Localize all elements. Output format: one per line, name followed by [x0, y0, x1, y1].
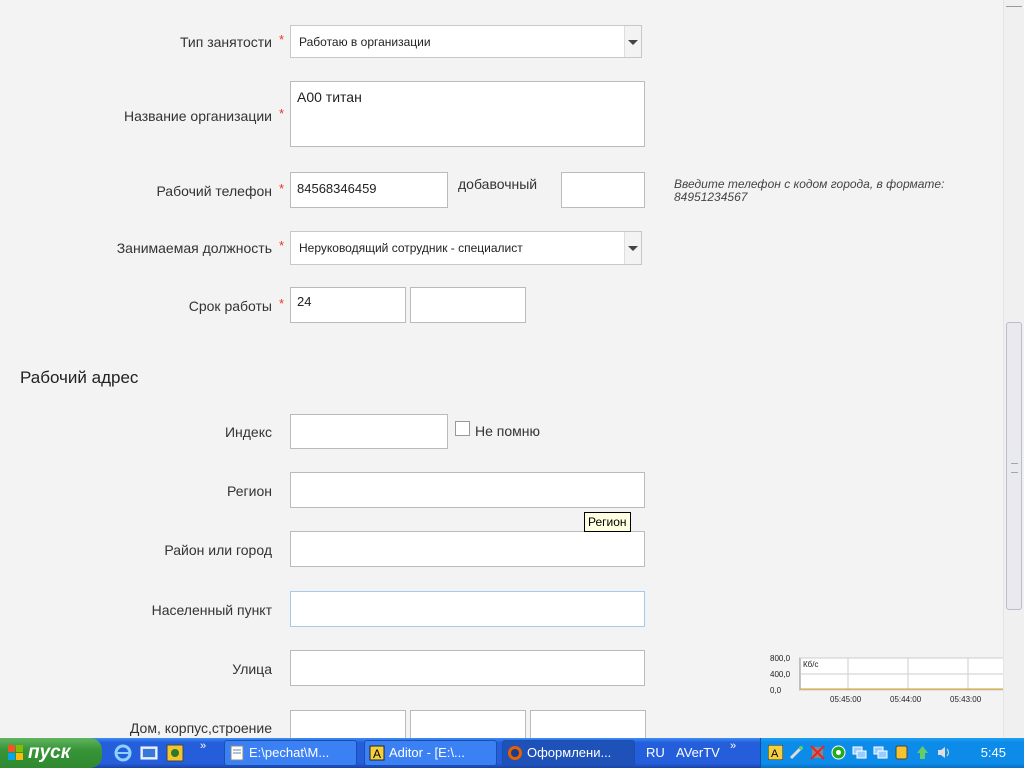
org-name-textarea[interactable]: А00 титан: [290, 81, 645, 147]
taskbar-item[interactable]: E:\pechat\M...: [224, 740, 357, 766]
speaker-icon[interactable]: [936, 745, 951, 760]
tools-icon[interactable]: [789, 745, 804, 760]
work-address-heading: Рабочий адрес: [20, 368, 139, 387]
taskbar-item-active[interactable]: Оформлени...: [502, 740, 635, 766]
avertv-label[interactable]: AVerTV: [676, 738, 720, 768]
network-disabled-icon[interactable]: [810, 745, 825, 760]
x-tick-label: 05:45:00: [830, 695, 862, 704]
y-tick-label: 400,0: [770, 670, 791, 679]
grip-icon: [1011, 463, 1018, 473]
y-axis-unit: Кб/с: [803, 660, 818, 669]
taskbar-item[interactable]: A Aditor - [E:\...: [364, 740, 497, 766]
work-period-months-input[interactable]: [410, 287, 526, 323]
dont-remember-checkbox[interactable]: [455, 421, 470, 436]
tray-chevron[interactable]: »: [730, 740, 736, 752]
dont-remember-label[interactable]: Не помню: [475, 423, 540, 439]
security-icon[interactable]: [894, 745, 909, 760]
region-input[interactable]: [290, 472, 645, 508]
firefox-icon: [508, 746, 522, 760]
required-mark: *: [279, 106, 285, 121]
system-tray: A 5:45: [760, 738, 1024, 768]
work-phone-input[interactable]: 84568346459: [290, 172, 448, 208]
taskbar-item-label: Оформлени...: [527, 745, 612, 760]
work-period-label: Срок работы: [188, 298, 272, 314]
extension-label: добавочный: [458, 176, 538, 192]
y-tick-label: 800,0: [770, 654, 791, 663]
street-input[interactable]: [290, 650, 645, 686]
taskbar-item-label: Aditor - [E:\...: [389, 745, 465, 760]
start-label: пуск: [28, 742, 71, 763]
required-mark: *: [279, 238, 285, 253]
phone-hint: Введите телефон с кодом города, в формат…: [674, 177, 945, 204]
district-input[interactable]: [290, 531, 645, 567]
show-desktop-icon[interactable]: [140, 744, 158, 762]
windows-logo-icon: [8, 745, 23, 760]
building-input[interactable]: [410, 710, 526, 738]
position-select[interactable]: Неруководящий сотрудник - специалист: [290, 231, 642, 265]
aditor-icon: A: [369, 745, 385, 761]
chevron-down-icon[interactable]: [624, 26, 641, 57]
house-label: Дом, корпус,строение: [129, 720, 272, 736]
employment-type-label: Тип занятости: [179, 34, 272, 50]
required-mark: *: [279, 296, 285, 311]
x-tick-label: 05:44:00: [890, 695, 922, 704]
employment-type-value: Работаю в организации: [299, 35, 431, 49]
index-label: Индекс: [224, 424, 272, 440]
street-label: Улица: [232, 661, 272, 677]
required-mark: *: [279, 181, 285, 196]
scroll-up-icon[interactable]: [1006, 6, 1022, 7]
taskbar-item-label: E:\pechat\M...: [249, 745, 330, 760]
vertical-scrollbar[interactable]: [1003, 0, 1024, 738]
org-name-label: Название организации: [123, 108, 272, 124]
position-value: Неруководящий сотрудник - специалист: [299, 241, 523, 255]
aditor-tray-icon[interactable]: A: [768, 745, 783, 760]
network-connection-icon[interactable]: [852, 745, 867, 760]
network-monitor-icon[interactable]: [831, 745, 846, 760]
page-content: Тип занятости * Работаю в организации На…: [0, 0, 1003, 738]
region-tooltip: Регион: [584, 512, 631, 532]
x-tick-label: 05:43:00: [950, 695, 982, 704]
locality-label: Населенный пункт: [151, 602, 272, 618]
start-button[interactable]: пуск: [0, 738, 102, 768]
locality-input[interactable]: [290, 591, 645, 627]
notepad-icon: [230, 745, 244, 761]
svg-text:A: A: [373, 747, 381, 761]
position-label: Занимаемая должность: [116, 240, 272, 256]
network-speed-chart: 800,0 400,0 0,0 Кб/с 05:45:00 05:44:00 05:43:0…: [770, 654, 1003, 704]
scrollbar-thumb[interactable]: [1006, 322, 1022, 610]
chevron-down-icon[interactable]: [624, 232, 641, 264]
safely-remove-icon[interactable]: [915, 745, 930, 760]
index-input[interactable]: [290, 414, 448, 449]
region-label: Регион: [227, 483, 272, 499]
employment-type-select[interactable]: Работаю в организации: [290, 25, 642, 58]
language-indicator[interactable]: RU: [646, 738, 665, 768]
house-input[interactable]: [290, 710, 406, 738]
work-phone-label: Рабочий телефон: [156, 183, 272, 199]
work-period-years-input[interactable]: 24: [290, 287, 406, 323]
y-tick-label: 0,0: [770, 686, 782, 695]
extension-input[interactable]: [561, 172, 645, 208]
internet-explorer-icon[interactable]: [114, 744, 132, 762]
svg-text:A: A: [771, 748, 779, 760]
network-connection-2-icon[interactable]: [873, 745, 888, 760]
district-label: Район или город: [164, 542, 272, 558]
media-player-icon[interactable]: [166, 744, 184, 762]
taskbar: пуск » E:\pechat\M... A Aditor - [E:\...…: [0, 738, 1024, 768]
required-mark: *: [279, 32, 285, 47]
system-clock[interactable]: 5:45: [981, 738, 1006, 768]
structure-input[interactable]: [530, 710, 646, 738]
quicklaunch-chevron[interactable]: »: [200, 740, 206, 752]
